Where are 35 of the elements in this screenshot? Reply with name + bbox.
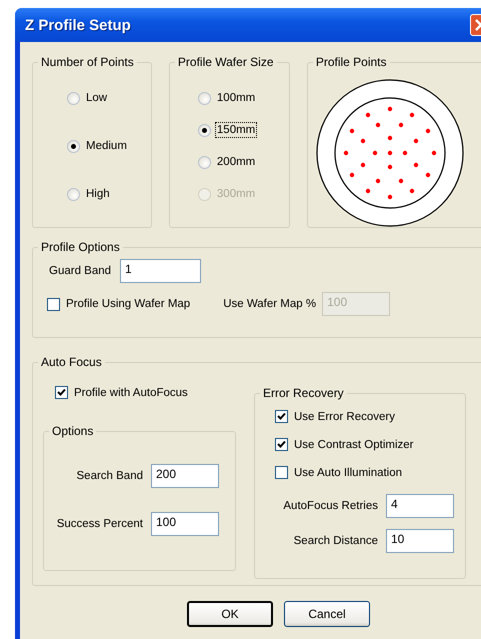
check-icon: [276, 439, 287, 450]
group-title: Number of Points: [40, 55, 135, 69]
group-title: Error Recovery: [262, 386, 345, 400]
input-field[interactable]: 1: [120, 259, 202, 283]
input-field[interactable]: 4: [386, 494, 454, 518]
radio-button[interactable]: 100mm: [198, 91, 256, 105]
radio-button[interactable]: 150mm: [198, 123, 256, 137]
input-field[interactable]: 10: [386, 529, 454, 553]
group-title: Options: [51, 424, 94, 438]
group-title: Profile Wafer Size: [176, 55, 274, 69]
checkbox[interactable]: Use Contrast Optimizer: [275, 438, 414, 451]
checkbox[interactable]: Profile Using Wafer Map: [47, 298, 190, 310]
checkbox[interactable]: Use Auto Illumination: [275, 466, 402, 479]
field-label: Search Band: [76, 470, 143, 482]
field-label: AutoFocus Retries: [283, 500, 378, 512]
cancel-button[interactable]: Cancel: [284, 601, 370, 627]
checkbox[interactable]: Profile with AutoFocus: [55, 386, 188, 399]
check-icon: [56, 387, 67, 398]
checkbox[interactable]: Use Error Recovery: [275, 410, 395, 423]
field-label: Use Wafer Map %: [223, 298, 316, 310]
radio-button[interactable]: 200mm: [198, 155, 256, 169]
field-label: Search Distance: [294, 535, 378, 547]
ok-button[interactable]: OK: [187, 601, 273, 627]
field-label: Success Percent: [56, 518, 143, 530]
group-title: Profile Points: [314, 55, 388, 69]
radio-button[interactable]: Medium: [67, 139, 127, 153]
field-label: Guard Band: [49, 265, 112, 277]
radio-button[interactable]: Low: [67, 91, 108, 105]
check-icon: [276, 411, 287, 422]
radio-button[interactable]: High: [67, 187, 110, 201]
window-title: Z Profile Setup: [25, 16, 131, 34]
input-field[interactable]: 200: [151, 464, 219, 488]
group-title: Auto Focus: [40, 355, 103, 369]
group-title: Profile Options: [40, 240, 121, 254]
input-field[interactable]: 100: [151, 512, 219, 536]
